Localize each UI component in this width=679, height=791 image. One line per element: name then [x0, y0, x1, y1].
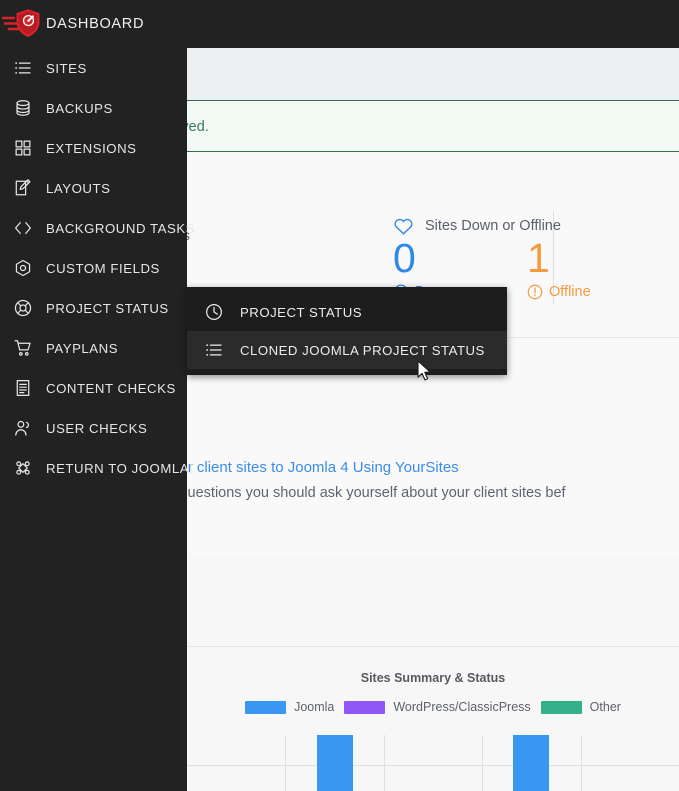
chart-plot-area	[187, 735, 679, 791]
down-count: 0	[393, 235, 416, 281]
sidebar-item-return-to-joomla[interactable]: RETURN TO JOOMLA!	[0, 448, 193, 488]
legend-swatch	[245, 700, 287, 714]
database-icon	[8, 96, 38, 120]
joomla-icon	[8, 456, 38, 480]
sidebar-item-payplans[interactable]: PAYPLANS	[0, 328, 187, 368]
sidebar-item-label: PROJECT STATUS	[46, 300, 169, 316]
clock-icon	[199, 301, 229, 323]
legend-label: WordPress/ClassicPress	[393, 700, 531, 714]
chart-category-divider	[482, 735, 483, 791]
success-alert: n saved.	[187, 102, 679, 152]
lifebuoy-icon	[8, 296, 38, 320]
sidebar-item-label: BACKUPS	[46, 100, 113, 116]
sidebar-item-background-tasks[interactable]: BACKGROUND TASKS	[0, 208, 194, 248]
sidebar-item-project-status[interactable]: PROJECT STATUS	[0, 288, 187, 328]
sidebar: SITES BACKUPS EXTENSIONS LAYOUTS BACKGROUND …	[0, 48, 194, 791]
sidebar-item-label: RETURN TO JOOMLA!	[46, 460, 194, 476]
offline-sub: Offline	[527, 284, 661, 300]
top-bar: DASHBOARD	[0, 0, 679, 48]
grid-squares-icon	[8, 136, 38, 160]
mouse-cursor	[417, 360, 432, 382]
project-status-dropdown: PROJECT STATUS CLONED JOOMLA PROJECT STAT…	[187, 287, 507, 375]
alert-message: n saved.	[187, 118, 209, 135]
toolbar-strip	[187, 48, 679, 101]
sidebar-item-label: EXTENSIONS	[46, 140, 137, 156]
chart-bar[interactable]	[513, 735, 549, 791]
chart-category-divider	[285, 735, 286, 791]
legend-entry-other[interactable]: Other	[540, 700, 621, 714]
page-title: DASHBOARD	[46, 16, 145, 32]
chart-legend: Joomla WordPress/ClassicPress Other	[187, 700, 679, 714]
sidebar-item-label: USER CHECKS	[46, 420, 148, 436]
chart-category-divider	[581, 735, 582, 791]
speed-shield-logo-icon[interactable]	[2, 7, 46, 41]
sidebar-item-extensions[interactable]: EXTENSIONS	[0, 128, 187, 168]
dropdown-item-cloned-joomla-project-status[interactable]: CLONED JOOMLA PROJECT STATUS	[187, 331, 507, 369]
sidebar-item-label: BACKGROUND TASKS	[46, 220, 196, 236]
pencil-page-icon	[8, 176, 38, 200]
sidebar-item-label: SITES	[46, 60, 87, 76]
sidebar-item-layouts[interactable]: LAYOUTS	[0, 168, 187, 208]
sidebar-item-label: LAYOUTS	[46, 180, 111, 196]
news-excerpt: are many questions you should ask yourse…	[187, 485, 566, 501]
sites-down-offline-header: Sites Down or Offline	[393, 216, 673, 235]
app-root: n saved. s Sites Down or Offline 0	[0, 0, 679, 791]
document-lines-icon	[8, 376, 38, 400]
code-brackets-icon	[8, 216, 38, 240]
hexagon-circle-icon	[8, 256, 38, 280]
sidebar-item-custom-fields[interactable]: CUSTOM FIELDS	[0, 248, 187, 288]
sidebar-item-user-checks[interactable]: USER CHECKS	[0, 408, 187, 448]
sidebar-item-label: PAYPLANS	[46, 340, 119, 356]
dropdown-item-label: CLONED JOOMLA PROJECT STATUS	[240, 342, 485, 358]
sidebar-item-backups[interactable]: BACKUPS	[0, 88, 187, 128]
sites-summary-chart: Sites Summary & Status Joomla WordPress/C…	[187, 647, 679, 791]
main-content: n saved. s Sites Down or Offline 0	[187, 48, 679, 791]
legend-label: Other	[589, 700, 621, 714]
legend-entry-wordpress-classicpress[interactable]: WordPress/ClassicPress	[344, 700, 531, 714]
chart-bar[interactable]	[317, 735, 353, 791]
dropdown-item-label: PROJECT STATUS	[240, 304, 363, 320]
exclamation-circle-icon	[527, 284, 543, 300]
legend-swatch	[540, 700, 582, 714]
chart-title: Sites Summary & Status	[360, 671, 506, 685]
news-headline-link[interactable]: ding your client sites to Joomla 4 Using…	[187, 459, 459, 476]
list-icon	[8, 56, 38, 80]
dropdown-item-project-status[interactable]: PROJECT STATUS	[187, 293, 507, 331]
sidebar-item-label: CONTENT CHECKS	[46, 380, 176, 396]
sites-down-offline-title: Sites Down or Offline	[425, 217, 561, 234]
shopping-cart-icon	[8, 336, 38, 360]
sidebar-item-sites[interactable]: SITES	[0, 48, 187, 88]
user-group-icon	[8, 416, 38, 440]
chart-gridline	[187, 765, 679, 766]
stat-card-offline: 1 Offline	[527, 235, 661, 300]
legend-label: Joomla	[294, 700, 335, 714]
chart-category-divider	[384, 735, 385, 791]
list-ul-icon	[199, 339, 229, 361]
legend-swatch	[344, 700, 386, 714]
summary-panel: nary Sites Summary & Status JoomlaWordPr…	[187, 554, 679, 791]
offline-label: Offline	[549, 284, 591, 301]
sidebar-item-label: CUSTOM FIELDS	[46, 260, 160, 276]
legend-entry-joomla[interactable]: Joomla	[245, 700, 334, 714]
heart-icon	[393, 216, 414, 235]
offline-count: 1	[527, 235, 550, 281]
sidebar-item-content-checks[interactable]: CONTENT CHECKS	[0, 368, 187, 408]
